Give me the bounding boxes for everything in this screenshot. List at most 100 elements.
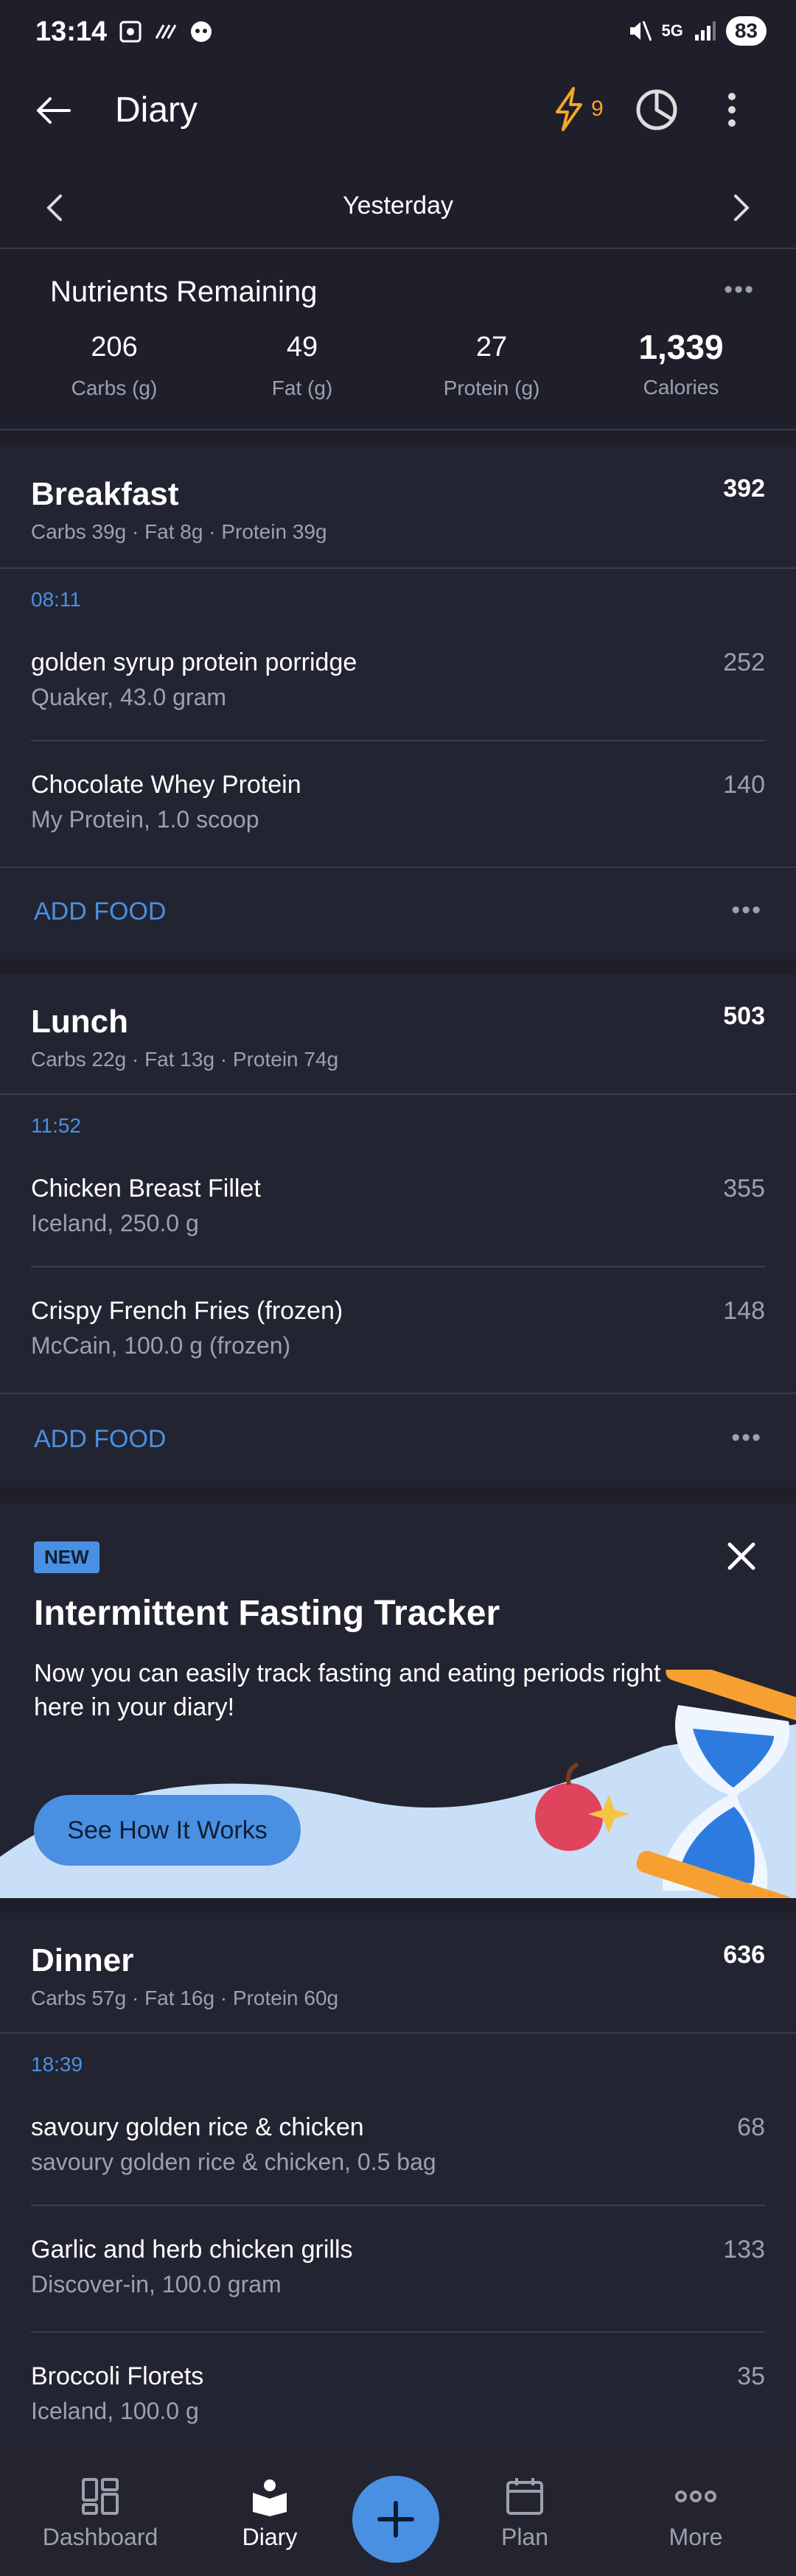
food-detail: My Protein, 1.0 scoop <box>31 806 259 833</box>
meal-card-breakfast: Breakfast 392 Carbs 39g · Fat 8g · Prote… <box>0 447 796 959</box>
meal-macros: Carbs 39g · Fat 8g · Protein 39g <box>31 520 327 543</box>
food-name: Chicken Breast Fillet <box>31 1175 261 1203</box>
app-bar: Diary 9 <box>0 68 796 153</box>
meal-calories: 503 <box>723 1002 765 1030</box>
food-calories: 133 <box>723 2236 765 2264</box>
food-calories: 355 <box>723 1175 765 1203</box>
more-icon <box>675 2490 716 2502</box>
nutrient-label: Calories <box>643 376 719 399</box>
nutrient-label: Fat (g) <box>271 377 333 399</box>
nutrients-title: Nutrients Remaining <box>50 276 318 308</box>
nav-plan[interactable]: Plan <box>451 2451 598 2576</box>
nutrient-carbs: 206 Carbs (g) <box>0 332 228 400</box>
food-name: Broccoli Florets <box>31 2362 204 2390</box>
food-calories: 140 <box>723 771 765 799</box>
nutrient-label: Carbs (g) <box>71 377 158 399</box>
meal-more-icon[interactable]: ••• <box>731 1424 762 1452</box>
status-right-icons: 5G 83 <box>627 16 767 46</box>
nutrient-value: 49 <box>286 332 318 363</box>
battery-level: 83 <box>725 16 767 46</box>
meal-name: Breakfast <box>31 476 179 512</box>
status-time: 13:14 <box>35 16 108 47</box>
food-entry[interactable]: savoury golden rice & chicken savoury go… <box>0 2094 796 2205</box>
calendar-icon <box>506 2477 543 2515</box>
meal-card-lunch: Lunch 503 Carbs 22g · Fat 13g · Protein … <box>0 974 796 1487</box>
food-name: savoury golden rice & chicken <box>31 2113 364 2141</box>
food-calories: 252 <box>723 648 765 676</box>
see-how-it-works-button[interactable]: See How It Works <box>34 1795 301 1866</box>
nutrient-value: 1,339 <box>638 328 724 366</box>
nav-dashboard[interactable]: Dashboard <box>27 2451 174 2576</box>
nutrients-more-icon[interactable]: ••• <box>724 276 755 304</box>
food-calories: 35 <box>737 2362 765 2390</box>
meal-time[interactable]: 18:39 <box>31 2053 83 2076</box>
back-arrow-icon[interactable] <box>32 93 74 128</box>
food-name: Crispy French Fries (frozen) <box>31 1297 343 1325</box>
bottom-navigation: Dashboard Diary Plan More <box>0 2451 796 2576</box>
screenshot-icon <box>119 21 142 43</box>
meal-time[interactable]: 11:52 <box>31 1114 81 1138</box>
meal-card-dinner: Dinner 636 Carbs 57g · Fat 16g · Protein… <box>0 1913 796 2451</box>
status-notification-icons <box>118 19 214 44</box>
mute-icon <box>630 21 652 41</box>
streak-button[interactable]: 9 <box>553 87 604 131</box>
food-detail: savoury golden rice & chicken, 0.5 bag <box>31 2149 436 2175</box>
food-entry[interactable]: golden syrup protein porridge Quaker, 43… <box>0 629 796 740</box>
food-entry[interactable]: Crispy French Fries (frozen) McCain, 100… <box>0 1267 796 1393</box>
app-notification-icon <box>191 21 212 42</box>
divider <box>0 1093 796 1095</box>
meal-calories: 636 <box>723 1941 765 1969</box>
add-entry-button[interactable] <box>352 2476 439 2563</box>
add-food-button[interactable]: ADD FOOD <box>34 1425 166 1454</box>
next-day-icon[interactable] <box>731 193 752 223</box>
meal-macros: Carbs 22g · Fat 13g · Protein 74g <box>31 1048 339 1071</box>
food-detail: McCain, 100.0 g (frozen) <box>31 1332 291 1359</box>
close-icon[interactable] <box>725 1540 758 1572</box>
food-entry[interactable]: Broccoli Florets Iceland, 100.0 g 35 <box>0 2333 796 2451</box>
food-detail: Discover-in, 100.0 gram <box>31 2271 282 2297</box>
add-food-button[interactable]: ADD FOOD <box>34 897 166 926</box>
nav-label: Plan <box>500 2523 549 2550</box>
promo-text: Now you can easily track fasting and eat… <box>34 1659 661 1721</box>
food-detail: Iceland, 250.0 g <box>31 1210 199 1236</box>
divider <box>0 1393 796 1394</box>
meal-name: Dinner <box>31 1942 134 1978</box>
meal-name: Lunch <box>31 1004 128 1040</box>
food-calories: 148 <box>723 1297 765 1325</box>
overflow-menu-icon[interactable] <box>725 91 739 128</box>
nutrient-value: 27 <box>475 332 508 363</box>
food-name: Chocolate Whey Protein <box>31 771 301 799</box>
nutrients-summary[interactable]: Nutrients Remaining ••• 206 Carbs (g) 49… <box>0 249 796 430</box>
nav-diary[interactable]: Diary <box>196 2451 343 2576</box>
food-name: Garlic and herb chicken grills <box>31 2236 353 2264</box>
food-detail: Quaker, 43.0 gram <box>31 684 227 710</box>
nav-label: Diary <box>242 2523 298 2550</box>
signal-icon <box>694 21 716 41</box>
divider <box>0 867 796 868</box>
meal-macros: Carbs 57g · Fat 16g · Protein 60g <box>31 1987 339 2009</box>
date-label[interactable]: Yesterday <box>0 192 796 220</box>
fasting-promo-card: NEW Intermittent Fasting Tracker Now you… <box>0 1503 796 1898</box>
network-type: 5G <box>661 21 683 40</box>
meal-time[interactable]: 08:11 <box>31 588 81 612</box>
food-entry[interactable]: Chocolate Whey Protein My Protein, 1.0 s… <box>0 741 796 867</box>
food-entry[interactable]: Garlic and herb chicken grills Discover-… <box>0 2206 796 2331</box>
nutrient-value: 206 <box>91 332 138 363</box>
meal-more-icon[interactable]: ••• <box>731 896 762 925</box>
food-entry[interactable]: Chicken Breast Fillet Iceland, 250.0 g 3… <box>0 1155 796 1266</box>
food-name: golden syrup protein porridge <box>31 648 357 676</box>
nutrient-label: Protein (g) <box>443 377 540 399</box>
nav-label: Dashboard <box>42 2523 158 2550</box>
food-calories: 68 <box>737 2113 765 2141</box>
divider <box>0 2032 796 2034</box>
nutrient-protein: 27 Protein (g) <box>376 332 607 400</box>
nutrient-fat: 49 Fat (g) <box>228 332 376 400</box>
lightning-icon <box>556 87 582 131</box>
pie-chart-icon[interactable] <box>635 88 678 131</box>
cta-label: See How It Works <box>67 1816 268 1844</box>
date-navigator: Yesterday <box>0 168 796 249</box>
diary-icon <box>253 2479 287 2516</box>
nav-more[interactable]: More <box>622 2451 769 2576</box>
streak-count: 9 <box>591 97 604 121</box>
nav-label: More <box>668 2523 723 2550</box>
